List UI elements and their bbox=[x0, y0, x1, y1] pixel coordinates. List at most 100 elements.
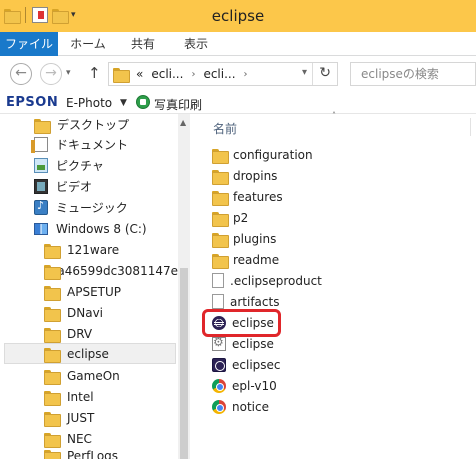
epson-logo: EPSON bbox=[6, 95, 59, 110]
tab-share[interactable]: 共有 bbox=[120, 32, 166, 56]
sidebar-item-label: DRV bbox=[67, 326, 93, 341]
chrome-icon bbox=[212, 378, 226, 393]
folder-icon bbox=[113, 67, 130, 83]
sidebar-item-label: eclipse bbox=[67, 346, 109, 361]
folder-icon bbox=[44, 306, 61, 322]
list-item[interactable]: eclipsec bbox=[212, 354, 281, 375]
console-app-icon bbox=[212, 357, 226, 372]
ribbon-tabs: ファイル ホーム 共有 表示 bbox=[0, 32, 476, 56]
tab-view[interactable]: 表示 bbox=[172, 32, 220, 56]
sidebar-item-folder[interactable]: GameOn bbox=[44, 365, 120, 386]
sidebar-scroll-thumb[interactable] bbox=[180, 268, 188, 459]
file-name: .eclipseproduct bbox=[230, 273, 322, 288]
list-item[interactable]: notice bbox=[212, 396, 269, 417]
highlight-annotation bbox=[202, 309, 281, 337]
sidebar-item-label: DNavi bbox=[67, 305, 104, 320]
sidebar-item-label: ドキュメント bbox=[56, 138, 129, 152]
folder-icon bbox=[44, 347, 61, 363]
sidebar-item-label: APSETUP bbox=[67, 284, 121, 299]
sidebar-item-folder[interactable]: DRV bbox=[44, 323, 92, 344]
sidebar-item-windows-drive[interactable]: Windows 8 (C:) bbox=[34, 218, 147, 239]
column-header-name[interactable]: 名前 bbox=[213, 120, 237, 137]
list-item[interactable]: readme bbox=[212, 249, 279, 270]
breadcrumb-item[interactable]: ecli... bbox=[203, 67, 235, 81]
chevron-down-icon[interactable]: ▾ bbox=[302, 67, 307, 78]
file-name: configuration bbox=[233, 147, 313, 162]
list-item[interactable]: plugins bbox=[212, 228, 276, 249]
folder-icon bbox=[44, 369, 61, 385]
sidebar-item-pictures[interactable]: ピクチャ bbox=[34, 155, 104, 176]
drive-icon bbox=[34, 222, 48, 235]
file-name: epl-v10 bbox=[232, 378, 277, 393]
sidebar-item-label: JUST bbox=[67, 410, 95, 425]
epson-toolbar: EPSON E-Photo ▼ 写真印刷 bbox=[0, 92, 476, 114]
search-input[interactable] bbox=[351, 63, 471, 85]
settings-file-icon bbox=[212, 335, 226, 351]
sidebar-item-label: GameOn bbox=[67, 368, 120, 383]
sidebar-item-label: PerfLogs bbox=[67, 449, 119, 459]
list-item[interactable]: features bbox=[212, 186, 283, 207]
tab-file[interactable]: ファイル bbox=[0, 32, 58, 56]
file-name: notice bbox=[232, 399, 269, 414]
file-name: eclipsec bbox=[232, 357, 281, 372]
folder-icon bbox=[212, 169, 229, 185]
sidebar-item-documents[interactable]: ドキュメント bbox=[31, 134, 129, 155]
scroll-up-icon[interactable]: ▲ bbox=[180, 118, 186, 127]
search-box[interactable] bbox=[350, 62, 476, 86]
photo-print-icon[interactable] bbox=[136, 95, 150, 109]
sidebar-item-folder[interactable]: NEC bbox=[44, 428, 92, 449]
chevron-down-icon[interactable]: ▼ bbox=[120, 98, 127, 108]
sidebar-item-label: NEC bbox=[67, 431, 92, 446]
title-bar: ▾ eclipse bbox=[0, 0, 476, 32]
sidebar-item-label: デスクトップ bbox=[57, 118, 130, 132]
sidebar-item-music[interactable]: ミュージック bbox=[34, 197, 128, 218]
list-item[interactable]: p2 bbox=[212, 207, 248, 228]
documents-icon bbox=[31, 137, 48, 153]
photo-print-button[interactable]: 写真印刷 bbox=[154, 96, 202, 113]
folder-icon bbox=[44, 285, 61, 301]
sort-ascending-icon: ˄ bbox=[332, 111, 336, 120]
list-item[interactable]: .eclipseproduct bbox=[212, 270, 322, 291]
sidebar-item-eclipse[interactable]: eclipse bbox=[4, 343, 176, 364]
sidebar-item-label: 121ware bbox=[67, 242, 120, 257]
sidebar-item-folder[interactable]: APSETUP bbox=[44, 281, 121, 302]
address-bar[interactable]: « ecli... › ecli... › ▾ ↻ bbox=[108, 62, 338, 86]
folder-icon bbox=[212, 253, 229, 269]
folder-icon bbox=[212, 190, 229, 206]
sidebar-item-folder[interactable]: DNavi bbox=[44, 302, 103, 323]
list-item[interactable]: configuration bbox=[212, 144, 313, 165]
recent-locations-icon[interactable]: ▾ bbox=[66, 68, 71, 78]
folder-icon bbox=[44, 411, 61, 427]
column-divider[interactable] bbox=[470, 118, 471, 136]
refresh-icon[interactable]: ↻ bbox=[319, 65, 331, 81]
sidebar-item-folder[interactable]: PerfLogs bbox=[44, 449, 118, 459]
breadcrumb-overflow[interactable]: « bbox=[136, 67, 143, 81]
folder-icon bbox=[44, 390, 61, 406]
sidebar-item-label: a46599dc3081147e bbox=[57, 263, 178, 278]
folder-icon bbox=[44, 264, 63, 280]
file-name: artifacts bbox=[230, 294, 280, 309]
breadcrumb-item[interactable]: ecli... bbox=[151, 67, 183, 81]
list-item[interactable]: dropins bbox=[212, 165, 277, 186]
sidebar-item-desktop[interactable]: デスクトップ bbox=[34, 114, 129, 135]
forward-button[interactable]: → bbox=[40, 63, 62, 85]
folder-icon bbox=[44, 243, 61, 259]
sidebar-item-folder[interactable]: a46599dc3081147e bbox=[44, 260, 178, 281]
sidebar-item-label: Windows 8 (C:) bbox=[56, 221, 147, 236]
chevron-right-icon[interactable]: › bbox=[191, 69, 195, 80]
ephoto-menu[interactable]: E-Photo bbox=[66, 96, 112, 110]
list-item[interactable]: epl-v10 bbox=[212, 375, 277, 396]
sidebar-item-folder[interactable]: 121ware bbox=[44, 239, 119, 260]
sidebar-item-label: ピクチャ bbox=[56, 159, 104, 173]
chevron-right-icon[interactable]: › bbox=[244, 69, 248, 80]
up-arrow-icon[interactable]: ↑ bbox=[88, 64, 101, 82]
pictures-icon bbox=[34, 158, 48, 173]
tab-home[interactable]: ホーム bbox=[64, 32, 112, 56]
back-button[interactable]: ← bbox=[10, 63, 32, 85]
sidebar-item-videos[interactable]: ビデオ bbox=[34, 176, 92, 197]
sidebar-item-folder[interactable]: Intel bbox=[44, 386, 94, 407]
desktop-icon bbox=[34, 118, 51, 134]
sidebar-item-folder[interactable]: JUST bbox=[44, 407, 94, 428]
navigation-pane: デスクトップ ドキュメント ピクチャ ビデオ ミュージック Windows 8 … bbox=[0, 114, 190, 459]
file-name: features bbox=[233, 189, 283, 204]
